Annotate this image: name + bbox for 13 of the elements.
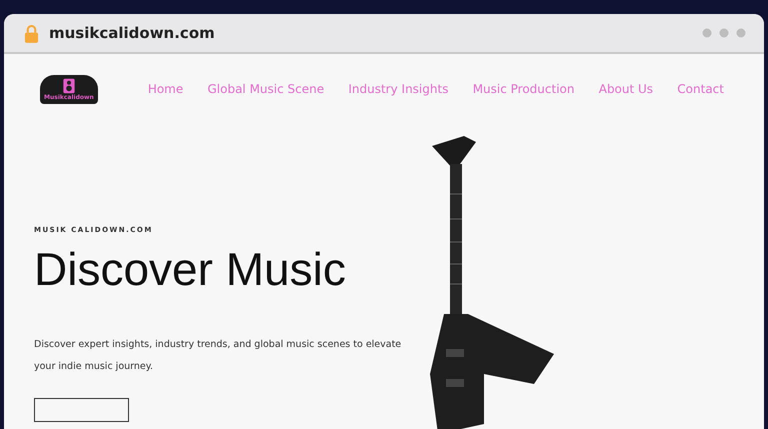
nav-link[interactable]: Industry Insights — [348, 82, 448, 96]
window-dots-icon — [702, 28, 746, 38]
nav-link[interactable]: Music Production — [472, 82, 574, 96]
url-text[interactable]: musikcalidown.com — [49, 24, 215, 42]
hero-button[interactable] — [34, 398, 129, 422]
hero-heading: Discover Music — [34, 242, 347, 296]
lock-icon — [24, 24, 39, 42]
nav-link[interactable]: Home — [148, 82, 184, 96]
hero-description: Discover expert insights, industry trends, and global music scenes to elevate your indie music journey. — [34, 338, 402, 374]
nav-link[interactable]: Global Music Scene — [207, 82, 324, 96]
speaker-icon — [60, 78, 77, 94]
nav-link[interactable]: About Us — [598, 82, 654, 96]
nav-link[interactable]: Contact — [677, 82, 724, 96]
